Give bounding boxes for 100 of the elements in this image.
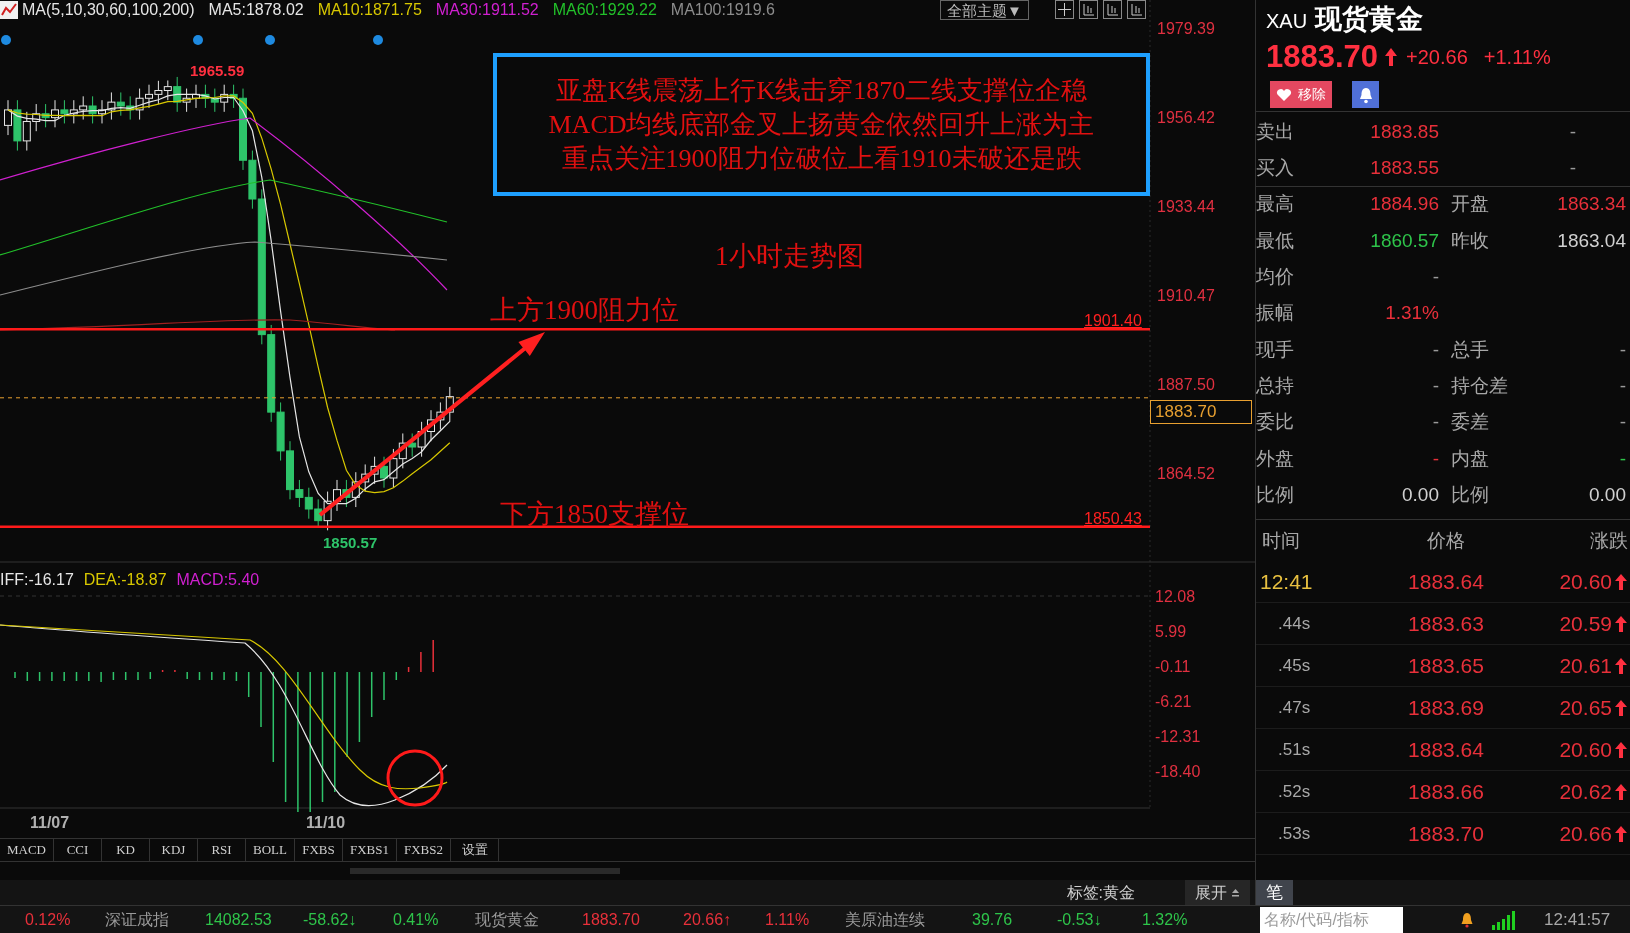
trade-price: 1883.64 [1407,737,1485,763]
resistance-value: 1901.40 [1084,311,1142,331]
trade-change: 20.61 [1559,653,1612,679]
trade-change: 20.60 [1559,737,1612,763]
histogram-bar [358,671,361,743]
axis-label: 1933.44 [1157,197,1215,217]
candle [22,111,31,152]
indicator-value: MA(5,10,30,60,100,200) [22,2,195,18]
indicator-tab[interactable]: KDJ [150,839,198,861]
candle [220,84,229,113]
field-label: 外盘 [1256,446,1295,471]
field-label: 总持 [1256,373,1295,398]
indicator-tab[interactable]: FXBS [294,839,343,861]
theme-dropdown[interactable]: 全部主题▼ [940,0,1029,20]
crosshair-icon[interactable] [1055,0,1074,19]
field-label: 振幅 [1256,301,1295,326]
trade-time: .44s [1277,613,1312,635]
signal-dot [373,35,383,45]
indicator-tab[interactable]: 设置 [451,839,500,861]
chart-type-icon[interactable] [0,1,18,19]
up-arrow-icon [1614,698,1628,717]
annotation-text: 下方1850支撑位 [500,498,689,531]
expand-button[interactable]: 展开 [1185,880,1250,905]
field-value: - [1568,119,1577,144]
ticker-item: 0.41% [393,909,440,930]
field-value: 1883.55 [1369,155,1439,180]
alert-button[interactable] [1352,81,1379,108]
field-label: 总手 [1451,337,1490,362]
highlight-circle [386,749,444,807]
up-arrow-icon [1384,47,1399,67]
indicator-tab[interactable]: MACD [0,839,54,861]
chart-icon[interactable] [1103,0,1122,19]
commentary-line: 亚盘K线震荡上行K线击穿1870二线支撑位企稳 [555,74,1088,107]
percent-change: +1.11% [1483,45,1551,70]
field-value: - [1431,446,1439,471]
axis-label: -0.11 [1155,657,1191,677]
field-value: - [1431,337,1439,362]
chart-caption: 1小时走势图 [715,240,864,273]
indicator-value: MACD:5.40 [176,570,260,590]
candle [41,103,50,128]
indicator-value: MA100:1919.6 [670,2,775,18]
histogram-bar [75,671,78,682]
axis-label: -6.21 [1155,692,1192,712]
indicator-tab[interactable]: BOLL [246,839,295,861]
candle [210,88,219,113]
axis-label: 5.99 [1155,622,1187,642]
histogram-bar [161,669,164,673]
histogram-bar [370,671,373,718]
indicator-tab[interactable]: KD [102,839,150,861]
ticker-item: 14082.53 [205,909,273,930]
date-label: 11/07 [30,813,70,833]
indicator-tab[interactable]: CCI [54,839,102,861]
field-label: 现手 [1256,337,1295,362]
trade-price: 1883.69 [1407,695,1485,721]
indicator-value: MA30:1911.52 [435,2,539,18]
scroll-track[interactable] [350,868,620,874]
axis-label: -18.40 [1155,762,1201,782]
field-label: 比例 [1451,482,1490,507]
indicator-tab[interactable]: FXBS1 [342,839,397,861]
field-value: - [1618,410,1626,435]
indicator-value: MA10:1871.75 [317,2,422,18]
signal-dot [193,35,203,45]
trade-time: .47s [1277,697,1312,719]
candle [201,84,210,109]
trade-change: 20.66 [1559,821,1612,847]
candle [116,91,125,117]
indicator-tab[interactable]: FXBS2 [397,839,452,861]
bell-icon [1357,85,1374,104]
field-label: 内盘 [1451,446,1490,471]
side-tab[interactable]: 笔 [1256,880,1293,905]
commentary-line: 重点关注1900阻力位破位上看1910未破还是跌 [561,142,1082,175]
remove-button[interactable]: 移除 [1270,81,1332,108]
field-label: 最高 [1256,192,1295,217]
high-price-label: 1965.59 [190,61,245,81]
symbol-code: XAU [1266,9,1308,34]
candle [126,95,135,121]
indicator-tab[interactable]: RSI [198,839,246,861]
field-value: 1860.57 [1369,228,1439,253]
candle [389,448,398,489]
candle [304,487,313,520]
indicator-value: MA5:1878.02 [208,2,304,18]
field-value: - [1431,373,1439,398]
field-value: - [1618,337,1626,362]
candle [408,432,417,458]
chart-icon[interactable] [1079,0,1098,19]
histogram-bar [235,671,238,682]
up-arrow-icon [1614,572,1628,591]
histogram-bar [149,671,152,680]
trade-price: 1883.64 [1407,569,1485,595]
ticker-item: 0.12% [25,909,72,930]
field-label: 均价 [1256,265,1295,290]
clock: 12:41:57 [1544,908,1611,931]
up-arrow-icon [1614,824,1628,843]
column-header: 涨跌 [1589,528,1629,553]
field-label: 开盘 [1451,192,1490,217]
field-value: 0.00 [1401,482,1439,507]
field-value: - [1431,410,1439,435]
candle [60,99,69,124]
trade-time: .53s [1277,823,1312,845]
search-field[interactable]: 名称/代码/指标 [1260,906,1403,933]
